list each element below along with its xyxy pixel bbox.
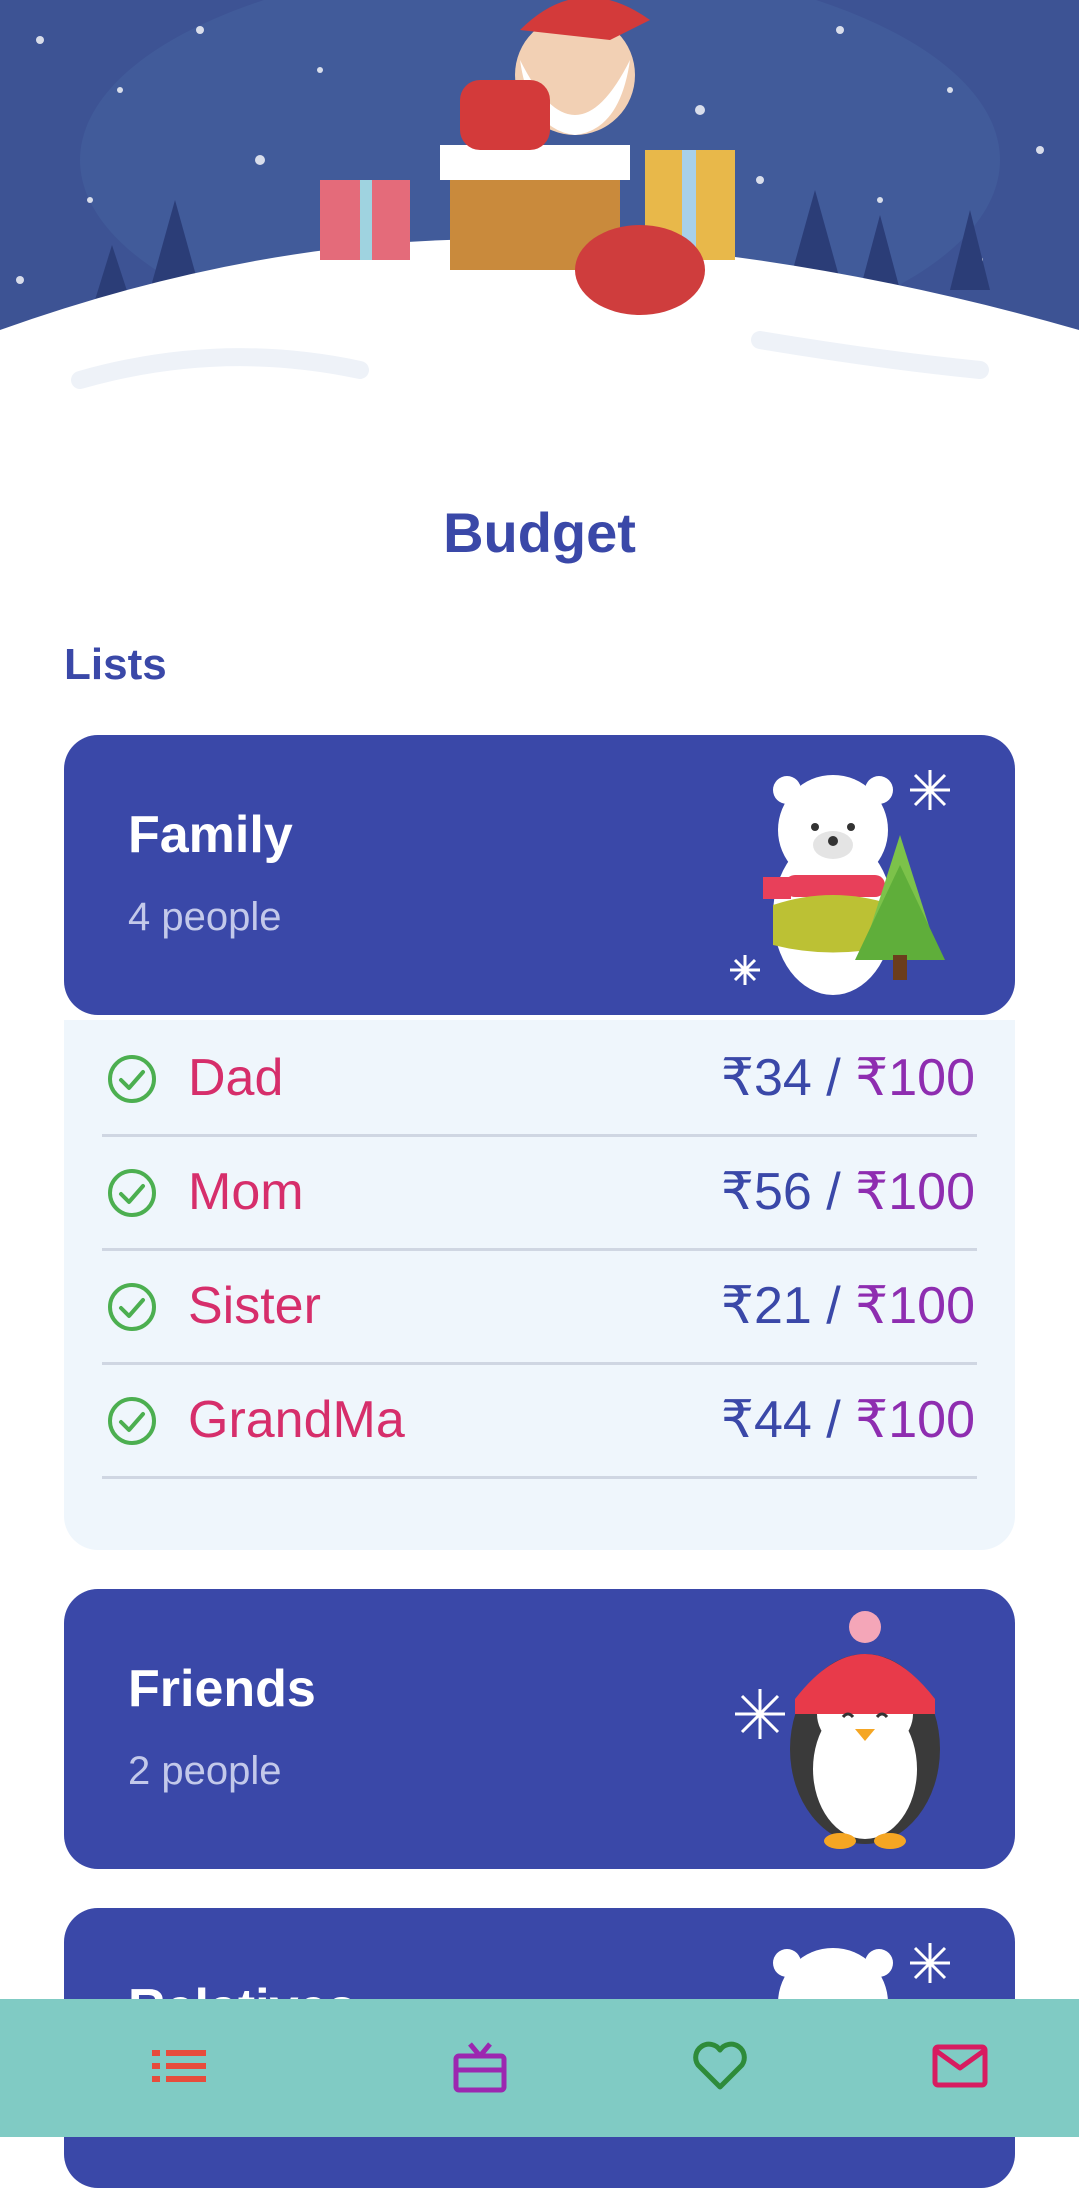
member-budget: ₹44 / ₹100 — [720, 1391, 975, 1449]
member-row-sister[interactable]: Sister ₹21 / ₹100 — [102, 1248, 977, 1365]
heart-icon — [692, 2040, 748, 2097]
page-title: Budget — [443, 501, 636, 564]
group-card-family[interactable]: Family 4 people — [64, 735, 1015, 1015]
group-subtitle: 2 people — [128, 1749, 282, 1793]
member-budget: ₹34 / ₹100 — [720, 1049, 975, 1107]
group-title: Family — [128, 806, 293, 864]
hero-illustration — [0, 0, 1079, 440]
group-title: Friends — [128, 1660, 316, 1718]
penguin-icon — [715, 1599, 975, 1864]
check-circle-icon — [106, 1053, 158, 1110]
group-card-friends[interactable]: Friends 2 people — [64, 1589, 1015, 1869]
family-members-list: Dad ₹34 / ₹100 Mom ₹56 / ₹100 Sister ₹21… — [64, 1020, 1015, 1550]
member-name: Dad — [188, 1049, 284, 1107]
list-icon — [152, 2046, 208, 2091]
member-name: Mom — [188, 1163, 304, 1221]
check-circle-icon — [106, 1395, 158, 1452]
group-subtitle: 4 people — [128, 895, 282, 939]
check-circle-icon — [106, 1167, 158, 1224]
nav-favorites-button[interactable] — [685, 2033, 755, 2103]
nav-messages-button[interactable] — [925, 2033, 995, 2103]
member-row-mom[interactable]: Mom ₹56 / ₹100 — [102, 1134, 977, 1251]
nav-gifts-button[interactable] — [445, 2033, 515, 2103]
nav-lists-button[interactable] — [145, 2033, 215, 2103]
section-label: Lists — [64, 640, 167, 689]
member-budget: ₹56 / ₹100 — [720, 1163, 975, 1221]
member-name: GrandMa — [188, 1391, 405, 1449]
member-budget: ₹21 / ₹100 — [720, 1277, 975, 1335]
member-name: Sister — [188, 1277, 321, 1335]
member-row-dad[interactable]: Dad ₹34 / ₹100 — [102, 1020, 977, 1137]
gift-icon — [452, 2038, 508, 2099]
bottom-navigation — [0, 1999, 1079, 2137]
polar-bear-icon — [715, 745, 975, 1010]
check-circle-icon — [106, 1281, 158, 1338]
member-row-grandma[interactable]: GrandMa ₹44 / ₹100 — [102, 1362, 977, 1479]
mail-icon — [932, 2044, 988, 2093]
